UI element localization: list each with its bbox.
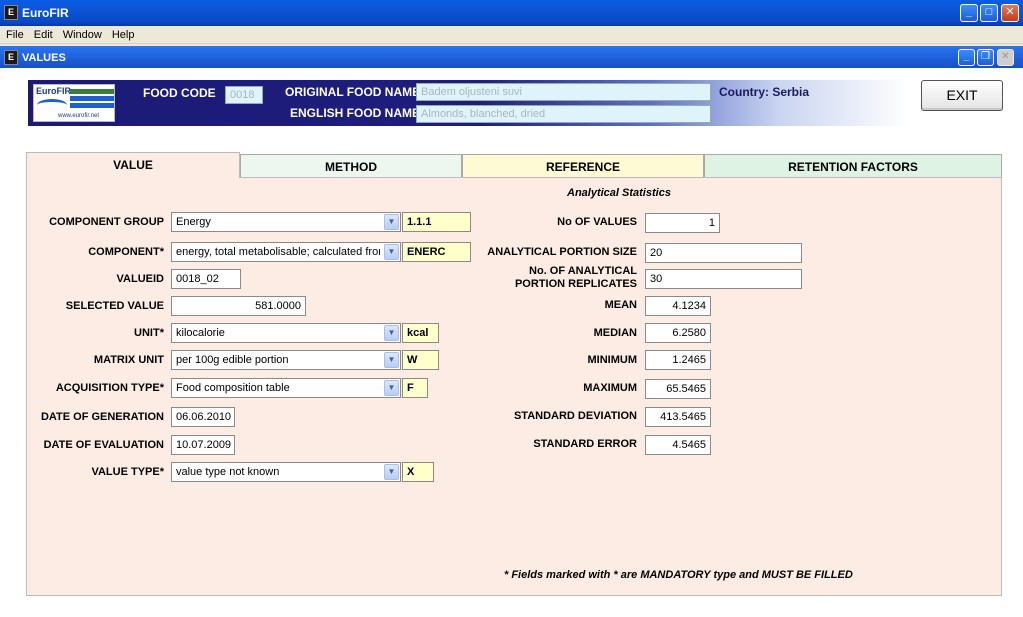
- minimize-icon[interactable]: _: [960, 4, 978, 22]
- country-label: Country: Serbia: [719, 85, 810, 99]
- food-code-label: FOOD CODE: [143, 86, 216, 100]
- eurofir-logo: EuroFIR www.eurofir.net: [33, 84, 115, 122]
- median-label: MEDIAN: [593, 327, 637, 339]
- component-label: COMPONENT*: [88, 246, 164, 258]
- value-type-code: X: [402, 462, 434, 482]
- minimum-label: MINIMUM: [587, 354, 638, 366]
- app-title: EuroFIR: [22, 6, 69, 20]
- analytical-statistics-title: Analytical Statistics: [567, 187, 671, 199]
- chevron-down-icon[interactable]: ▼: [384, 380, 399, 396]
- component-group-select[interactable]: Energy ▼: [171, 212, 401, 232]
- menu-edit[interactable]: Edit: [28, 26, 57, 41]
- std-err-field[interactable]: 4.5465: [645, 435, 711, 455]
- original-name-field[interactable]: Badem oljusteni suvi: [416, 83, 711, 101]
- valueid-field[interactable]: 0018_02: [171, 269, 241, 289]
- window-restore-icon[interactable]: ❐: [977, 49, 994, 66]
- matrix-unit-select[interactable]: per 100g edible portion ▼: [171, 350, 401, 370]
- date-evaluation-field[interactable]: 10.07.2009: [171, 435, 235, 455]
- chevron-down-icon[interactable]: ▼: [384, 214, 399, 230]
- exit-button[interactable]: EXIT: [921, 80, 1003, 111]
- std-dev-field[interactable]: 413.5465: [645, 407, 711, 427]
- window-title: VALUES: [22, 52, 66, 64]
- date-evaluation-label: DATE OF EVALUATION: [43, 439, 164, 451]
- chevron-down-icon[interactable]: ▼: [384, 325, 399, 341]
- window-icon: E: [4, 50, 18, 65]
- portion-size-field[interactable]: 20: [645, 243, 802, 263]
- english-name-label: ENGLISH FOOD NAME: [290, 106, 421, 120]
- no-values-label: No OF VALUES: [557, 216, 637, 228]
- chevron-down-icon[interactable]: ▼: [384, 244, 399, 260]
- menu-bar: File Edit Window Help: [0, 26, 1023, 44]
- unit-select[interactable]: kilocalorie ▼: [171, 323, 401, 343]
- selected-value-label: SELECTED VALUE: [65, 300, 164, 312]
- replicates-label-line1: No. OF ANALYTICAL: [529, 265, 637, 277]
- median-field[interactable]: 6.2580: [645, 323, 711, 343]
- menu-help[interactable]: Help: [106, 26, 139, 41]
- matrix-unit-code: W: [402, 350, 439, 370]
- original-name-label: ORIGINAL FOOD NAME: [285, 85, 421, 99]
- tab-method[interactable]: METHOD: [240, 154, 462, 178]
- portion-size-label: ANALYTICAL PORTION SIZE: [487, 246, 637, 258]
- date-generation-label: DATE OF GENERATION: [40, 411, 164, 423]
- std-err-label: STANDARD ERROR: [533, 438, 637, 450]
- menu-window[interactable]: Window: [57, 26, 106, 41]
- date-generation-field[interactable]: 06.06.2010: [171, 407, 235, 427]
- window-bottom: [0, 596, 1023, 617]
- no-values-field[interactable]: 1: [645, 213, 720, 233]
- acquisition-type-code: F: [402, 378, 428, 398]
- mean-field[interactable]: 4.1234: [645, 296, 711, 316]
- english-name-field[interactable]: Almonds, blanched, dried: [416, 105, 711, 123]
- replicates-label-line2: PORTION REPLICATES: [514, 278, 637, 290]
- component-group-label: COMPONENT GROUP: [49, 216, 164, 228]
- app-icon: E: [4, 5, 18, 20]
- window-minimize-icon[interactable]: _: [958, 49, 975, 66]
- valueid-label: VALUEID: [116, 273, 164, 285]
- unit-label: UNIT*: [134, 327, 164, 339]
- maximum-field[interactable]: 65.5465: [645, 379, 711, 399]
- minimum-field[interactable]: 1.2465: [645, 350, 711, 370]
- close-icon[interactable]: ✕: [1001, 4, 1019, 22]
- component-group-code: 1.1.1: [402, 212, 471, 232]
- maximize-icon[interactable]: □: [980, 4, 998, 22]
- component-select[interactable]: energy, total metabolisable; calculated …: [171, 242, 401, 262]
- value-type-label: VALUE TYPE*: [91, 466, 164, 478]
- window-close-icon: ✕: [997, 49, 1014, 66]
- food-code-field[interactable]: 0018: [225, 86, 263, 104]
- unit-code: kcal: [402, 323, 439, 343]
- replicates-field[interactable]: 30: [645, 269, 802, 289]
- acquisition-type-select[interactable]: Food composition table ▼: [171, 378, 401, 398]
- value-type-select[interactable]: value type not known ▼: [171, 462, 401, 482]
- matrix-unit-label: MATRIX UNIT: [93, 354, 164, 366]
- component-code: ENERC: [402, 242, 471, 262]
- mean-label: MEAN: [604, 299, 637, 311]
- acquisition-type-label: ACQUISITION TYPE*: [55, 382, 164, 394]
- maximum-label: MAXIMUM: [583, 382, 637, 394]
- std-dev-label: STANDARD DEVIATION: [513, 410, 637, 422]
- selected-value-field[interactable]: 581.0000: [171, 296, 306, 316]
- mandatory-footnote: * Fields marked with * are MANDATORY typ…: [504, 569, 853, 581]
- values-title-bar: E VALUES _ ❐ ✕: [0, 46, 1023, 68]
- tab-retention-factors[interactable]: RETENTION FACTORS: [704, 154, 1002, 178]
- tab-reference[interactable]: REFERENCE: [462, 154, 704, 178]
- chevron-down-icon[interactable]: ▼: [384, 464, 399, 480]
- app-title-bar: E EuroFIR _ □ ✕: [0, 0, 1023, 26]
- chevron-down-icon[interactable]: ▼: [384, 352, 399, 368]
- tab-value[interactable]: VALUE: [26, 152, 240, 178]
- menu-file[interactable]: File: [0, 26, 28, 41]
